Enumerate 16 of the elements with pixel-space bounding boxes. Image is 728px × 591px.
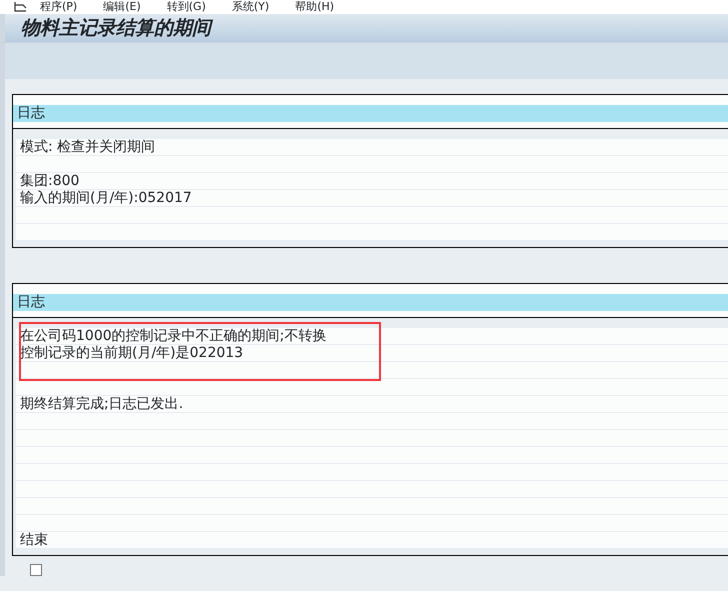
log-line: 集团:800 [20, 173, 80, 189]
window-title: 物料主记录结算的期间 [21, 17, 211, 39]
log-line: 在公司码1000的控制记录中不正确的期间;不转换 [20, 328, 326, 344]
log-line: 结束 [20, 532, 48, 548]
log-line: 输入的期间(月/年):052017 [20, 190, 192, 206]
log-line: 期终结算完成;日志已发出. [20, 396, 184, 412]
log-header: 日志 [13, 294, 728, 311]
menu-item[interactable]: 帮助(H) [295, 0, 334, 14]
log-line: 控制记录的当前期(月/年)是022013 [20, 345, 244, 361]
menu-item[interactable]: 编辑(E) [103, 0, 141, 14]
log-line: 模式: 检查并关闭期间 [20, 139, 156, 155]
menu-item[interactable]: 转到(G) [166, 0, 206, 14]
menu-item[interactable]: 程序(P) [40, 0, 78, 14]
menu-item[interactable]: 系统(Y) [232, 0, 270, 14]
log-header: 日志 [13, 105, 728, 122]
checkbox[interactable] [30, 564, 42, 576]
